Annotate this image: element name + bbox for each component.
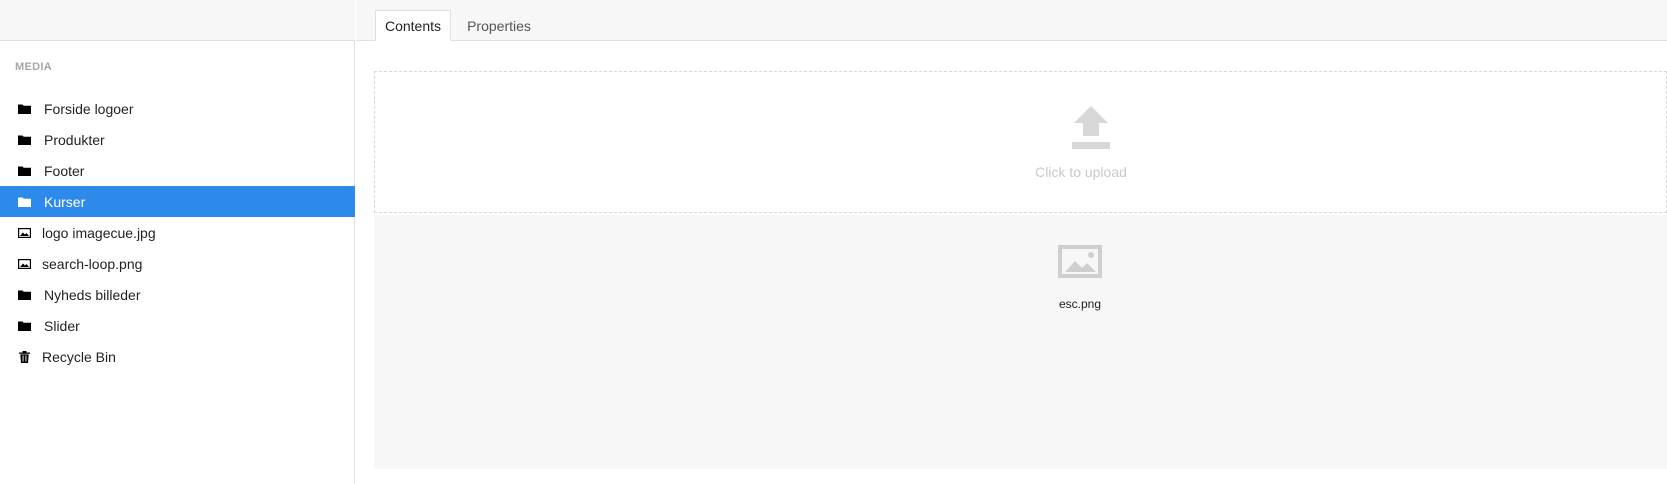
upload-dropzone[interactable]: Click to upload: [374, 71, 1667, 213]
tree-item-label: Forside logoer: [44, 100, 134, 117]
tree-item-label: Produkter: [44, 131, 105, 148]
tree-item-label: Slider: [44, 317, 80, 334]
tab-properties[interactable]: Properties: [459, 10, 539, 41]
media-item-name: esc.png: [1058, 297, 1102, 311]
upload-icon: [1072, 106, 1110, 155]
tree-item-label: Nyheds billeder: [44, 286, 141, 303]
trash-icon: [17, 350, 31, 363]
folder-icon: [17, 165, 31, 177]
tree-item-logo-imagecue[interactable]: logo imagecue.jpg: [0, 217, 355, 248]
tree-item-forside-logoer[interactable]: Forside logoer: [0, 93, 355, 124]
tree-item-label: logo imagecue.jpg: [42, 224, 156, 241]
folder-icon: [17, 103, 31, 115]
tree-item-kurser[interactable]: Kurser: [0, 186, 355, 217]
folder-icon: [17, 196, 31, 208]
media-tree: Forside logoer Produkter Footer Kurser l: [0, 93, 355, 372]
tree-item-label: Footer: [44, 162, 85, 179]
tree-item-slider[interactable]: Slider: [0, 310, 355, 341]
tree-item-search-loop[interactable]: search-loop.png: [0, 248, 355, 279]
media-item-esc[interactable]: esc.png: [1010, 245, 1150, 315]
tree-item-label: Kurser: [44, 193, 86, 210]
folder-icon: [17, 289, 31, 301]
tab-contents[interactable]: Contents: [375, 10, 451, 41]
content-header: Contents Properties: [356, 0, 1667, 41]
image-icon: [1058, 245, 1102, 283]
folder-icon: [17, 134, 31, 146]
section-title: MEDIA: [15, 61, 52, 73]
sidebar-header: [0, 0, 355, 41]
tree-item-recycle-bin[interactable]: Recycle Bin: [0, 341, 355, 372]
tree-item-nyheds-billeder[interactable]: Nyheds billeder: [0, 279, 355, 310]
media-tree-sidebar: MEDIA Forside logoer Produkter Footer Ku…: [0, 41, 355, 484]
folder-icon: [17, 320, 31, 332]
image-icon: [17, 258, 31, 270]
media-grid: esc.png: [374, 215, 1667, 469]
image-icon: [17, 227, 31, 239]
tree-item-produkter[interactable]: Produkter: [0, 124, 355, 155]
tree-item-label: search-loop.png: [42, 255, 143, 272]
tree-item-footer[interactable]: Footer: [0, 155, 355, 186]
upload-label: Click to upload: [1035, 164, 1127, 180]
tree-item-label: Recycle Bin: [42, 348, 116, 365]
